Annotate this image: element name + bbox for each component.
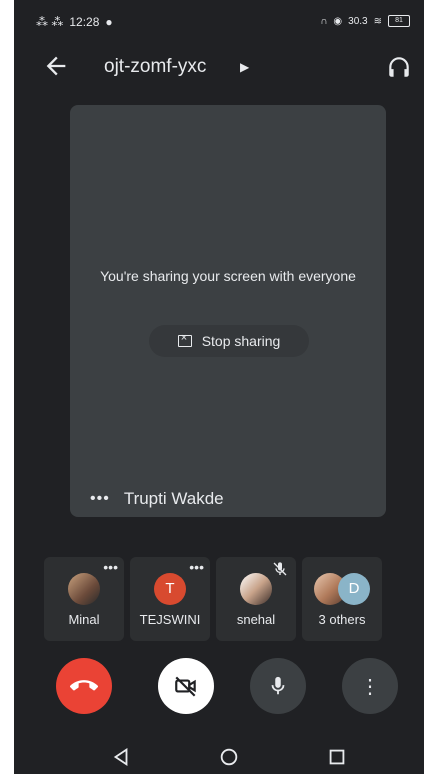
participant-tile-minal[interactable]: ••• Minal — [44, 557, 124, 641]
system-nav-bar — [14, 740, 424, 774]
battery-icon: 81 — [388, 15, 410, 27]
call-controls: ⋮ — [14, 658, 424, 714]
headphones-icon[interactable] — [386, 54, 412, 80]
nav-recents-icon[interactable] — [326, 746, 348, 768]
nav-home-icon[interactable] — [218, 746, 240, 768]
avatar — [68, 573, 100, 605]
screen-share-tile: You're sharing your screen with everyone… — [70, 105, 386, 517]
vertical-dots-icon: ⋮ — [360, 675, 380, 698]
camera-off-icon — [175, 676, 196, 697]
more-options-icon[interactable]: ••• — [189, 559, 204, 575]
stop-sharing-label: Stop sharing — [201, 333, 281, 349]
presenter-name: Trupti Wakde — [123, 489, 224, 508]
avatar-stack: D — [314, 573, 374, 605]
participant-name: TEJSWINI — [139, 612, 201, 627]
avatar: T — [154, 573, 186, 605]
stop-sharing-button[interactable]: Stop sharing — [149, 325, 309, 357]
sharing-message: You're sharing your screen with everyone — [100, 268, 356, 284]
hang-up-icon — [70, 680, 98, 691]
whatsapp-icon: ● — [105, 15, 113, 29]
top-bar: ojt-zomf-yxc ▶ — [14, 44, 424, 88]
meeting-details-chevron-icon[interactable]: ▶ — [240, 60, 249, 74]
meeting-code[interactable]: ojt-zomf-yxc — [104, 56, 206, 78]
status-bar: ⁂ ⁂ 12:28 ● ∩ ◉ 30.3 ≋ 81 — [14, 0, 424, 40]
mic-icon — [271, 676, 285, 695]
participant-name: Minal — [68, 612, 100, 627]
avatar — [240, 573, 272, 605]
participant-tile-snehal[interactable]: snehal — [216, 557, 296, 641]
more-options-icon[interactable]: ••• — [103, 559, 118, 575]
clock: 12:28 — [69, 15, 100, 29]
meet-screen: ⁂ ⁂ 12:28 ● ∩ ◉ 30.3 ≋ 81 ojt-zomf-yxc ▶… — [14, 0, 424, 774]
network-speed: 30.3 — [348, 15, 368, 27]
alarm-icon: ◉ — [333, 15, 343, 27]
stop-share-icon — [177, 332, 192, 347]
headset-status-icon: ∩ — [320, 15, 328, 27]
participant-tile-others[interactable]: D 3 others — [302, 557, 382, 641]
nav-back-icon[interactable] — [110, 746, 132, 768]
more-options-button[interactable]: ⋮ — [342, 658, 398, 714]
microphone-button[interactable] — [250, 658, 306, 714]
wifi-icon: ≋ — [373, 15, 382, 27]
participant-strip: ••• Minal ••• T TEJSWINI snehal D 3 othe… — [44, 557, 382, 641]
more-options-icon[interactable]: ••• — [90, 490, 110, 508]
participant-name: 3 others — [318, 612, 366, 627]
avatar: D — [338, 573, 370, 605]
mic-off-icon — [273, 562, 287, 576]
participant-name: snehal — [236, 612, 276, 627]
end-call-button[interactable] — [56, 658, 112, 714]
camera-toggle-button[interactable] — [158, 658, 214, 714]
notification-icons: ⁂ ⁂ — [36, 15, 64, 29]
participant-tile-tejswini[interactable]: ••• T TEJSWINI — [130, 557, 210, 641]
back-arrow-icon[interactable] — [42, 52, 70, 80]
